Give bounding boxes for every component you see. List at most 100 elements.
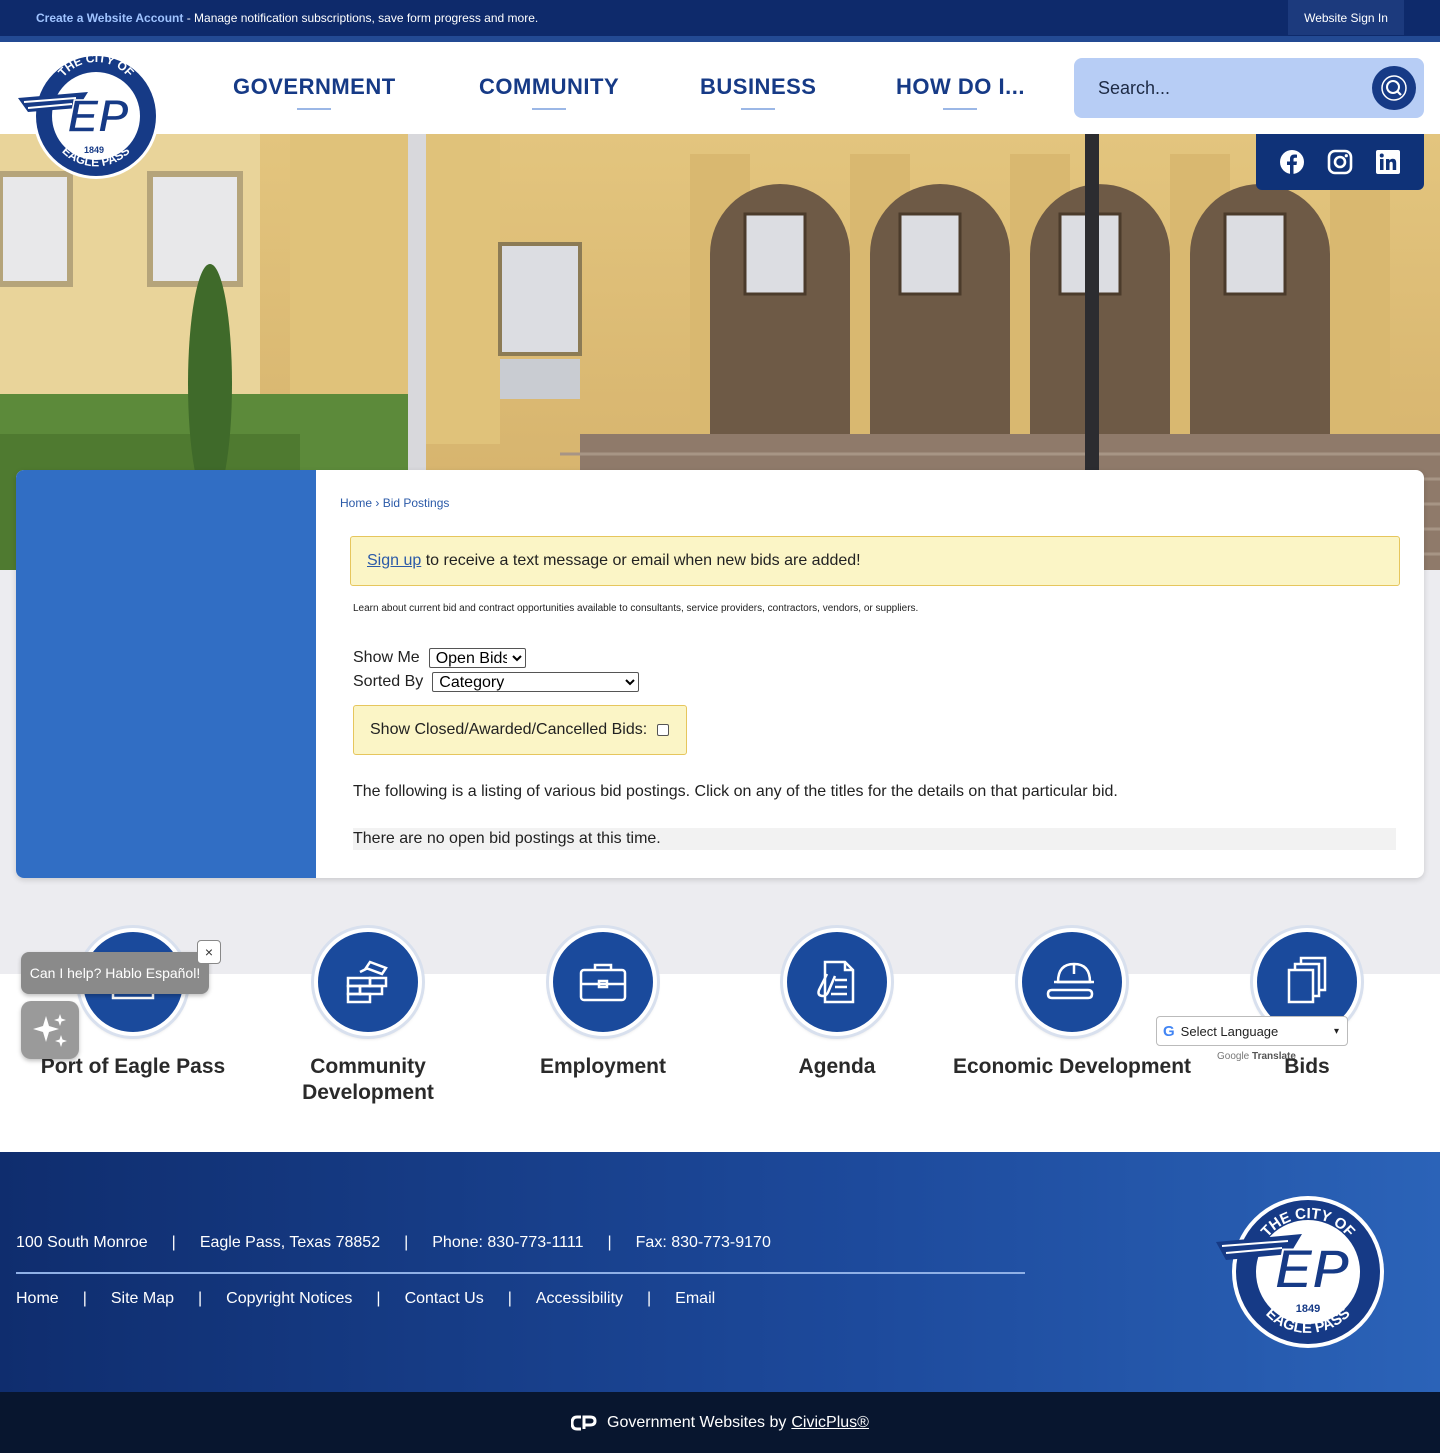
quick-link-community-development[interactable]: Community Development [248, 928, 488, 1106]
footer-phone: Phone: 830-773-1111 [432, 1234, 584, 1251]
create-account-link[interactable]: Create a Website Account [36, 11, 183, 25]
sparkle-icon [33, 1014, 67, 1047]
closed-bids-checkbox[interactable] [657, 724, 670, 736]
footer-link-copyright[interactable]: Copyright Notices [226, 1290, 352, 1308]
footer-separator: | [507, 1290, 512, 1307]
nav-underline [943, 108, 978, 110]
svg-text:1849: 1849 [84, 145, 104, 155]
svg-text:EP: EP [67, 90, 129, 142]
show-me-label: Show Me [353, 649, 420, 666]
footer-city-logo[interactable]: EP 1849 THE CITY OF EAGLE PASS [1216, 1194, 1398, 1350]
footer-link-home[interactable]: Home [16, 1290, 59, 1308]
document-clip-icon [817, 960, 855, 1004]
footer-address: 100 South Monroe [16, 1234, 148, 1251]
language-select[interactable]: G Select Language ▾ [1156, 1016, 1348, 1046]
search-icon [1381, 75, 1407, 101]
footer-link-contact[interactable]: Contact Us [405, 1290, 484, 1308]
sorted-by-select[interactable]: Category [432, 672, 640, 692]
quick-link-agenda-circle [783, 928, 891, 1036]
footer-separator: | [171, 1234, 176, 1251]
nav-underline [297, 108, 332, 110]
footer-separator: | [607, 1234, 612, 1251]
chat-close-button[interactable]: × [197, 940, 221, 964]
listing-description: The following is a listing of various bi… [353, 783, 1118, 800]
social-links [1256, 134, 1424, 190]
nav-government-label: GOVERNMENT [233, 74, 396, 99]
quick-link-employment-circle [549, 928, 657, 1036]
signup-notice: Sign up to receive a text message or ema… [350, 536, 1400, 586]
search-input[interactable] [1098, 78, 1348, 99]
instagram-icon[interactable] [1327, 149, 1353, 175]
facebook-icon[interactable] [1279, 149, 1305, 175]
sign-up-link[interactable]: Sign up [367, 552, 421, 569]
briefcase-icon [579, 963, 627, 1002]
sorted-by-row: Sorted By Category [353, 672, 640, 692]
closed-bids-filter: Show Closed/Awarded/Cancelled Bids: [353, 705, 687, 755]
quick-link-employment[interactable]: Employment [483, 928, 723, 1080]
site-footer: 100 South Monroe | Eagle Pass, Texas 788… [0, 1152, 1440, 1392]
footer-separator: | [197, 1290, 203, 1307]
account-message: Create a Website Account - Manage notifi… [36, 11, 538, 25]
city-logo[interactable]: EP 1849 THE CITY OF EAGLE PASS [18, 52, 168, 186]
ai-assistant-button[interactable] [21, 1001, 79, 1059]
nav-community-label: COMMUNITY [479, 74, 620, 99]
intro-text: Learn about current bid and contract opp… [353, 603, 919, 614]
nav-government[interactable]: GOVERNMENT [233, 74, 396, 110]
show-me-row: Show Me Open Bids [353, 648, 526, 668]
show-me-select[interactable]: Open Bids [428, 648, 526, 668]
quick-link-economic-label: Economic Development [952, 1055, 1192, 1078]
footer-divider [16, 1272, 1025, 1274]
footer-contact: 100 South Monroe | Eagle Pass, Texas 788… [16, 1234, 771, 1252]
nav-business[interactable]: BUSINESS [700, 74, 816, 110]
civicplus-text: Government Websites by [607, 1413, 787, 1431]
site-header: GOVERNMENT COMMUNITY BUSINESS HOW DO I..… [0, 42, 1440, 134]
google-text: Google [1217, 1051, 1250, 1062]
nav-how-do-i[interactable]: HOW DO I... [896, 74, 1025, 110]
footer-separator: | [404, 1234, 409, 1251]
sorted-by-label: Sorted By [353, 673, 424, 690]
powered-by-google: Google Translate [1217, 1051, 1296, 1062]
nav-business-label: BUSINESS [700, 74, 817, 99]
quick-link-economic-development[interactable]: Economic Development [952, 928, 1192, 1080]
search-button[interactable] [1372, 66, 1416, 110]
footer-city: Eagle Pass, Texas 78852 [199, 1234, 381, 1251]
civicplus-bar: Government Websites by CivicPlus® [0, 1392, 1440, 1453]
civicplus-logo-icon [571, 1415, 597, 1430]
chat-prompt[interactable]: Can I help? Hablo Español! [21, 952, 209, 994]
breadcrumb-home[interactable]: Home [340, 496, 372, 510]
notice-text: to receive a text message or email when … [421, 552, 861, 569]
linkedin-icon[interactable] [1375, 149, 1401, 175]
nav-underline [532, 108, 567, 110]
quick-link-agenda-label: Agenda [798, 1055, 876, 1078]
no-bids-message: There are no open bid postings at this t… [353, 828, 1396, 850]
content-card: Home › Bid Postings Sign up to receive a… [16, 470, 1424, 878]
translate-link[interactable]: Translate [1252, 1051, 1296, 1062]
quick-link-agenda[interactable]: Agenda [717, 928, 957, 1080]
quick-link-employment-label: Employment [539, 1055, 667, 1078]
breadcrumb: Home › Bid Postings [340, 496, 449, 510]
google-g-icon: G [1163, 1022, 1175, 1040]
footer-separator: | [376, 1290, 381, 1307]
civicplus-link[interactable]: CivicPlus® [791, 1414, 869, 1432]
breadcrumb-separator: › [375, 496, 380, 510]
footer-link-site-map[interactable]: Site Map [111, 1290, 174, 1308]
search-box [1074, 58, 1424, 118]
chevron-down-icon: ▾ [1333, 1025, 1339, 1037]
footer-links: Home | Site Map | Copyright Notices | Co… [16, 1290, 715, 1308]
footer-fax: Fax: 830-773-9170 [635, 1234, 771, 1251]
nav-underline [741, 108, 776, 110]
bricks-trowel-icon [346, 960, 388, 1004]
nav-how-do-i-label: HOW DO I... [896, 74, 1025, 99]
nav-community[interactable]: COMMUNITY [479, 74, 619, 110]
utility-bar: Create a Website Account - Manage notifi… [0, 0, 1440, 36]
sign-in-button[interactable]: Website Sign In [1288, 0, 1404, 35]
sidebar-panel [16, 470, 316, 878]
quick-link-community-circle [314, 928, 422, 1036]
language-select-label: Select Language [1180, 1023, 1279, 1039]
footer-link-accessibility[interactable]: Accessibility [536, 1290, 623, 1308]
svg-text:1849: 1849 [1296, 1303, 1320, 1315]
footer-link-email[interactable]: Email [675, 1290, 715, 1308]
quick-link-community-label: Community Development [302, 1055, 434, 1104]
documents-stack-icon [1287, 956, 1327, 1004]
breadcrumb-current[interactable]: Bid Postings [383, 496, 450, 510]
